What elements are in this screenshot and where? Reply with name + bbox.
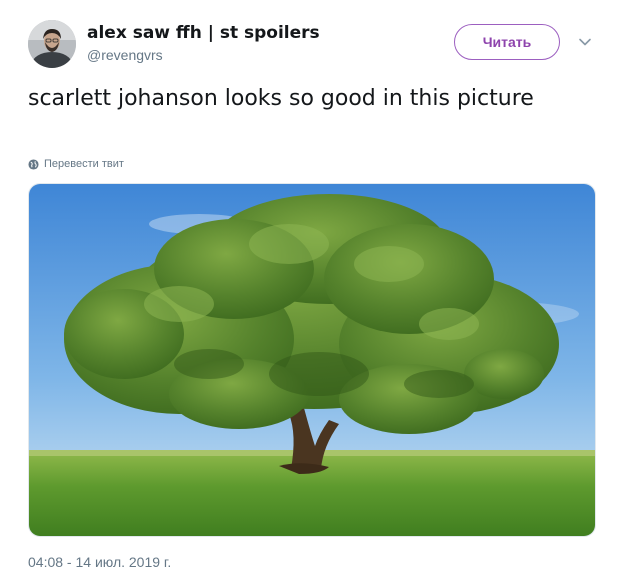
avatar[interactable] xyxy=(28,20,76,68)
display-name[interactable]: alex saw ffh | st spoilers xyxy=(87,23,320,43)
translate-tweet-link[interactable]: Перевести твит xyxy=(28,156,124,172)
tweet-text: scarlett johanson looks so good in this … xyxy=(28,86,534,111)
chevron-down-icon[interactable] xyxy=(577,34,593,50)
tweet-photo[interactable] xyxy=(28,183,596,537)
follow-button[interactable]: Читать xyxy=(454,24,560,60)
globe-icon xyxy=(28,158,39,170)
tweet: alex saw ffh | st spoilers @revengvrs Чи… xyxy=(0,0,620,582)
user-handle[interactable]: @revengvrs xyxy=(87,47,163,63)
tweet-timestamp[interactable]: 04:08 - 14 июл. 2019 г. xyxy=(28,554,171,570)
avatar-image xyxy=(28,20,76,68)
tree-photo xyxy=(29,184,595,536)
translate-label: Перевести твит xyxy=(44,158,124,170)
